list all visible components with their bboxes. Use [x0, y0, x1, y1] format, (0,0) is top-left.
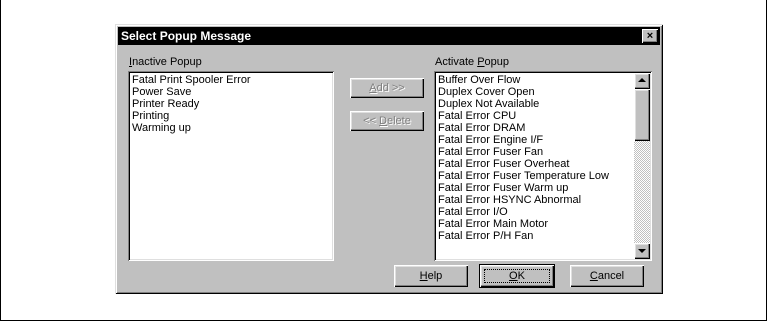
list-item[interactable]: Fatal Error DRAM — [438, 122, 609, 134]
list-item[interactable]: Warming up — [132, 122, 251, 134]
active-items: Buffer Over Flow Duplex Cover Open Duplex … — [438, 74, 609, 242]
inactive-items: Fatal Print Spooler Error Power Save Print… — [132, 74, 251, 134]
help-button[interactable]: Help — [394, 265, 468, 287]
list-item[interactable]: Fatal Error Engine I/F — [438, 134, 609, 146]
list-item[interactable]: Fatal Print Spooler Error — [132, 74, 251, 86]
title-bar[interactable]: Select Popup Message × — [118, 27, 660, 45]
ok-button[interactable]: OK — [479, 264, 555, 288]
list-item[interactable]: Fatal Error Fuser Fan — [438, 146, 609, 158]
select-popup-dialog: Select Popup Message × Inactive Popup Fa… — [115, 24, 663, 294]
activate-popup-label: Activate Popup — [435, 56, 509, 68]
list-item[interactable]: Fatal Error Fuser Temperature Low — [438, 170, 609, 182]
list-item[interactable]: Fatal Error Main Motor — [438, 218, 609, 230]
close-icon[interactable]: × — [642, 29, 658, 43]
activate-label-mnemonic: P — [477, 56, 485, 68]
inactive-popup-list[interactable]: Fatal Print Spooler Error Power Save Print… — [128, 71, 334, 261]
delete-rest: elete — [387, 115, 411, 127]
help-rest: elp — [427, 270, 443, 282]
activate-label-rest: opup — [484, 56, 510, 68]
list-item[interactable]: Printing — [132, 110, 251, 122]
inactive-popup-label: Inactive Popup — [129, 56, 202, 68]
scroll-thumb[interactable] — [634, 89, 650, 141]
list-item[interactable]: Fatal Error Fuser Warm up — [438, 182, 609, 194]
add-rest: dd >> — [376, 82, 405, 94]
vertical-scrollbar[interactable] — [634, 73, 650, 259]
inactive-label-rest: nactive Popup — [132, 56, 202, 68]
cancel-button[interactable]: Cancel — [570, 265, 644, 287]
delete-mnemonic: D — [379, 115, 387, 127]
list-item[interactable]: Fatal Error Fuser Overheat — [438, 158, 609, 170]
delete-button[interactable]: << Delete — [350, 111, 424, 131]
scroll-up-arrow-icon[interactable] — [634, 73, 650, 89]
add-mnemonic: A — [369, 82, 377, 94]
add-button[interactable]: Add >> — [350, 78, 424, 98]
activate-popup-list[interactable]: Buffer Over Flow Duplex Cover Open Duplex … — [434, 71, 652, 261]
list-item[interactable]: Buffer Over Flow — [438, 74, 609, 86]
scroll-down-arrow-icon[interactable] — [634, 243, 650, 259]
help-mnemonic: H — [419, 270, 428, 282]
list-item[interactable]: Duplex Cover Open — [438, 86, 609, 98]
delete-pre: << — [363, 115, 380, 127]
cancel-mnemonic: C — [589, 270, 598, 282]
list-item[interactable]: Fatal Error HSYNC Abnormal — [438, 194, 609, 206]
dialog-title: Select Popup Message — [121, 29, 252, 43]
list-item[interactable]: Duplex Not Available — [438, 98, 609, 110]
list-item[interactable]: Fatal Error P/H Fan — [438, 230, 609, 242]
list-item[interactable]: Fatal Error I/O — [438, 206, 609, 218]
activate-label-pre: Activate — [435, 56, 478, 68]
list-item[interactable]: Fatal Error CPU — [438, 110, 609, 122]
list-item[interactable]: Power Save — [132, 86, 251, 98]
list-item[interactable]: Printer Ready — [132, 98, 251, 110]
cancel-rest: ancel — [597, 270, 625, 282]
